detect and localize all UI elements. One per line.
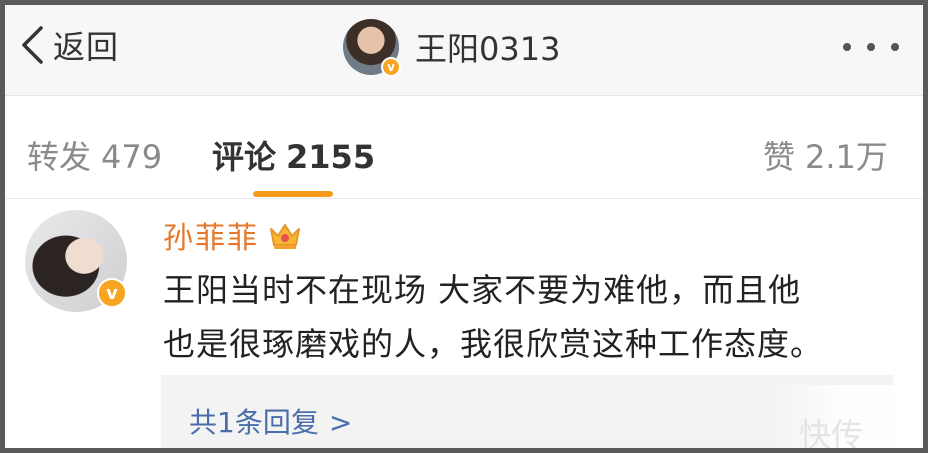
tab-likes[interactable]: 赞 2.1万: [763, 132, 888, 178]
watermark: 快传: [798, 416, 863, 448]
chevron-left-icon: [22, 26, 43, 64]
tab-comments-label: 评论: [212, 138, 277, 176]
view-replies-link[interactable]: 共1条回复 >: [189, 401, 352, 441]
profile-title[interactable]: v 王阳0313: [343, 17, 560, 77]
tab-comments-count: 2155: [286, 138, 376, 176]
verified-badge-icon: v: [97, 278, 127, 308]
comment-text: 王阳当时不在现场 大家不要为难他，而且他 也是很琢磨戏的人，我很欣赏这种工作态度…: [163, 263, 903, 371]
comment-text-line: 王阳当时不在现场 大家不要为难他，而且他: [163, 271, 802, 309]
tab-repost[interactable]: 转发 479: [27, 132, 162, 178]
more-dots-icon: [867, 43, 875, 51]
tab-repost-count: 479: [101, 138, 163, 176]
more-dots-icon: [843, 43, 851, 51]
crown-icon[interactable]: [267, 219, 303, 251]
screenshot-frame: 返回 v 王阳0313 转发 479 评论 2155 赞 2.1万 v 孙菲菲 …: [5, 5, 923, 448]
tab-bar: 转发 479 评论 2155 赞 2.1万: [5, 96, 923, 198]
verified-badge-icon: v: [381, 57, 401, 77]
more-dots-icon: [891, 43, 899, 51]
tab-repost-label: 转发: [27, 138, 92, 176]
divider: [5, 198, 923, 199]
comment-header: 孙菲菲: [163, 213, 303, 257]
active-tab-indicator: [253, 191, 333, 197]
tab-likes-count: 2.1万: [805, 138, 888, 176]
back-label: 返回: [53, 28, 120, 66]
more-options-button[interactable]: [843, 41, 899, 53]
comment-text-line: 也是很琢磨戏的人，我很欣赏这种工作态度。: [163, 325, 824, 363]
chevron-right-icon: >: [328, 406, 353, 439]
comment-author-name[interactable]: 孙菲菲: [163, 213, 259, 257]
page-title: 王阳0313: [415, 30, 561, 68]
comment-avatar[interactable]: v: [25, 210, 127, 312]
tab-comments[interactable]: 评论 2155: [212, 132, 375, 178]
tab-likes-label: 赞: [763, 138, 796, 176]
avatar[interactable]: v: [343, 19, 401, 77]
back-button[interactable]: 返回: [19, 23, 119, 67]
top-nav-bar: 返回 v 王阳0313: [5, 5, 923, 96]
view-replies-label: 共1条回复: [189, 406, 319, 439]
